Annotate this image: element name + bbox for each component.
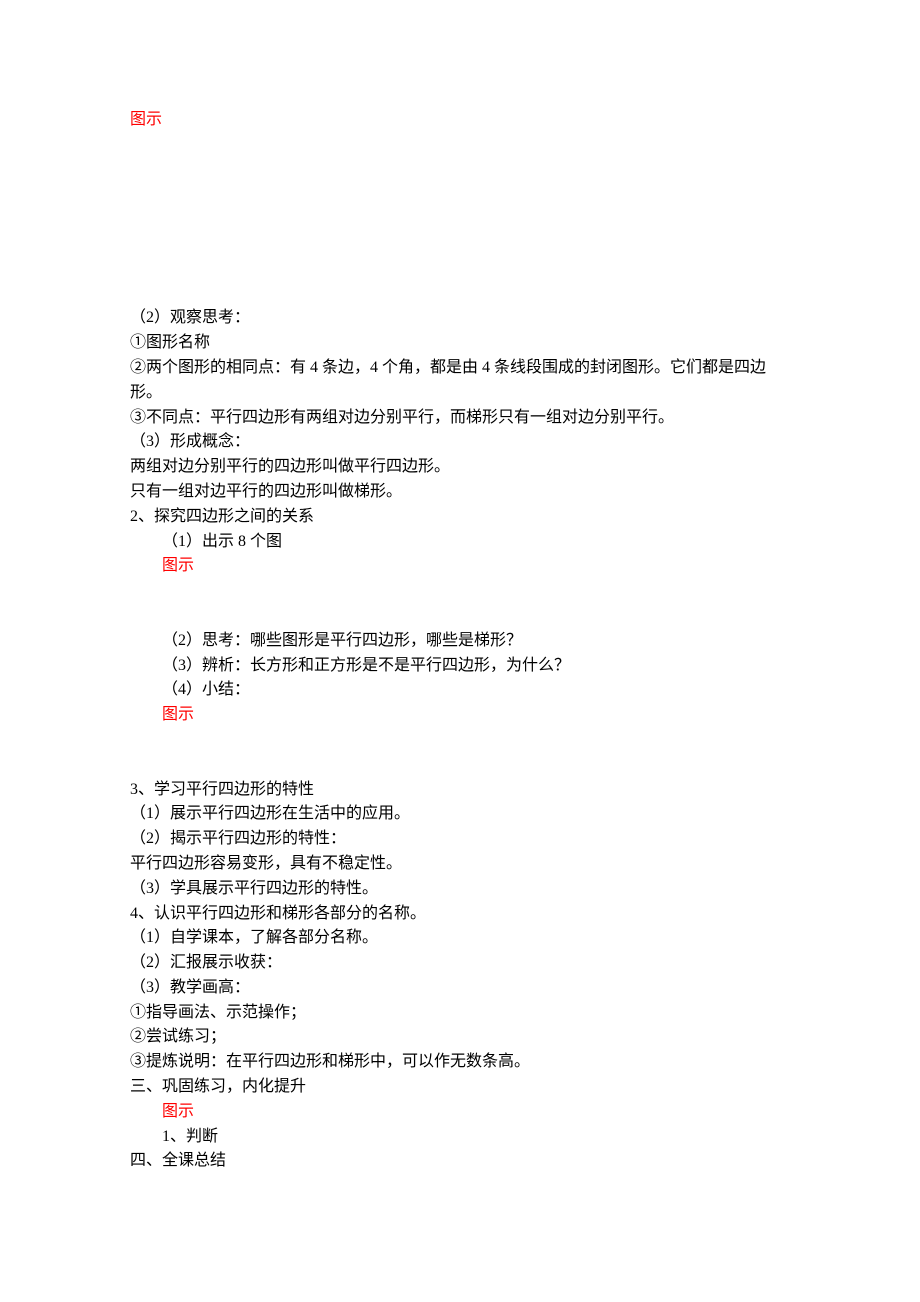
concept-parallelogram: 两组对边分别平行的四边形叫做平行四边形。: [130, 455, 790, 480]
blank-line: [130, 133, 790, 158]
concept-trapezoid: 只有一组对边平行的四边形叫做梯形。: [130, 480, 790, 505]
analyze-rect-square: （3）辨析：长方形和正方形是不是平行四边形，为什么？: [130, 654, 790, 679]
try-practice: ②尝试练习；: [130, 1025, 790, 1050]
document-page: 图示 （2）观察思考： ①图形名称 ②两个图形的相同点：有 4 条边，4 个角，…: [0, 0, 920, 1302]
section-full-summary: 四、全课总结: [130, 1149, 790, 1174]
blank-line: [130, 158, 790, 183]
blank-line: [130, 257, 790, 282]
section-learn-properties: 3、学习平行四边形的特性: [130, 778, 790, 803]
item-differences: ③不同点：平行四边形有两组对边分别平行，而梯形只有一组对边分别平行。: [130, 406, 790, 431]
refine-explain: ③提炼说明：在平行四边形和梯形中，可以作无数条高。: [130, 1050, 790, 1075]
teach-draw-height: （3）教学画高：: [130, 976, 790, 1001]
self-study: （1）自学课本，了解各部分名称。: [130, 926, 790, 951]
guide-method: ①指导画法、示范操作；: [130, 1001, 790, 1026]
blank-line: [130, 207, 790, 232]
tool-demonstrate: （3）学具展示平行四边形的特性。: [130, 877, 790, 902]
blank-line: [130, 579, 790, 604]
reveal-property: （2）揭示平行四边形的特性：: [130, 827, 790, 852]
blank-line: [130, 728, 790, 753]
item-shape-name: ①图形名称: [130, 331, 790, 356]
figure-label: 图示: [130, 108, 790, 133]
summary: （4）小结：: [130, 678, 790, 703]
show-8-figures: （1）出示 8 个图: [130, 530, 790, 555]
blank-line: [130, 232, 790, 257]
judge: 1、判断: [130, 1125, 790, 1150]
blank-line: [130, 182, 790, 207]
blank-line: [130, 282, 790, 307]
blank-line: [130, 753, 790, 778]
section-2-observe: （2）观察思考：: [130, 306, 790, 331]
section-3-concept: （3）形成概念：: [130, 430, 790, 455]
section-consolidate: 三、巩固练习，内化提升: [130, 1075, 790, 1100]
figure-label: 图示: [130, 703, 790, 728]
show-application: （1）展示平行四边形在生活中的应用。: [130, 802, 790, 827]
property-unstable: 平行四边形容易变形，具有不稳定性。: [130, 852, 790, 877]
figure-label: 图示: [130, 1100, 790, 1125]
section-explore: 2、探究四边形之间的关系: [130, 505, 790, 530]
blank-line: [130, 604, 790, 629]
think-which: （2）思考：哪些图形是平行四边形，哪些是梯形？: [130, 629, 790, 654]
report-harvest: （2）汇报展示收获：: [130, 951, 790, 976]
figure-label: 图示: [130, 554, 790, 579]
item-similarities: ②两个图形的相同点：有 4 条边，4 个角，都是由 4 条线段围成的封闭图形。它…: [130, 356, 790, 406]
section-recognize-names: 4、认识平行四边形和梯形各部分的名称。: [130, 902, 790, 927]
